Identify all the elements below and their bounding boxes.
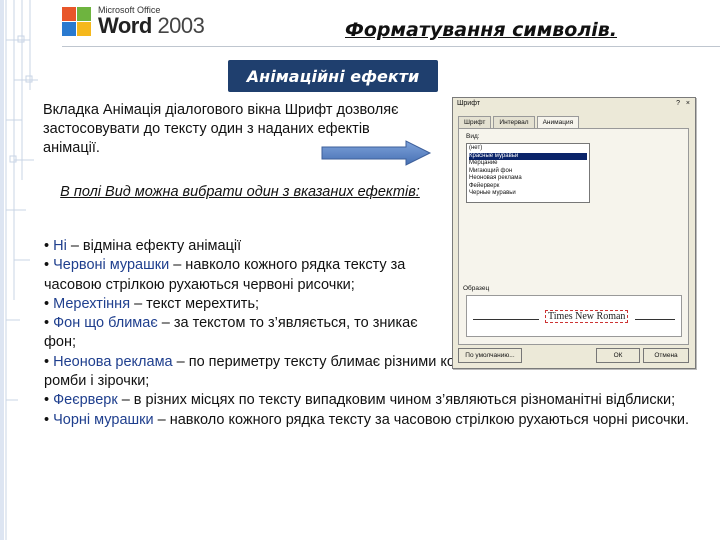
arrow-right-icon [321,140,432,166]
preview-line [635,319,675,320]
dialog-panel: Вид: (нет) Красные муравьи Мерцание Мига… [458,128,689,345]
listbox-item[interactable]: Мигающий фон [469,168,587,176]
tab-spacing[interactable]: Интервал [493,116,535,128]
listbox-item[interactable]: Мерцание [469,160,587,168]
ok-button[interactable]: ОК [596,348,640,363]
effect-name: Феєрверк [53,392,118,409]
effect-name: Червоні мурашки [53,257,170,274]
dialog-title: Шрифт [457,100,481,107]
effect-desc: – текст мерехтить; [130,295,260,312]
effect-desc: – в різних місцях по тексту випадковим ч… [117,392,676,409]
subheading: В полі Вид можна вибрати один з вказаних… [60,184,420,200]
logo-product: Word 2003 [98,13,205,38]
logo-year: 2003 [157,13,205,38]
list-item: • Фон що блимає – за текстом то з’являєт… [44,315,418,351]
decorative-circuit-strip [0,0,38,540]
list-item: • Червоні мурашки – навколо кожного рядк… [44,257,406,293]
preview-text: Times New Roman [545,310,629,323]
header-divider [62,46,720,47]
listbox-item-selected[interactable]: Красные муравьи [469,152,587,160]
list-item: • Чорні мурашки – навколо кожного рядка … [44,411,689,428]
list-item: • Феєрверк – в різних місцях по тексту в… [44,392,676,409]
default-button[interactable]: По умолчанию... [458,348,522,363]
effect-desc: – відміна ефекту анімації [66,238,242,254]
dialog-titlebar: Шрифт ? × [453,98,695,110]
effect-name: Чорні мурашки [53,411,154,428]
vid-label: Вид: [466,133,480,140]
listbox-item[interactable]: (нет) [469,145,587,153]
office-logo: Microsoft Office Word 2003 [62,6,205,38]
preview-box: Times New Roman [466,295,682,337]
logo-word: Word [98,13,152,38]
effect-name: Фон що блимає [53,315,158,332]
effect-name: Неонова реклама [53,353,173,370]
office-logo-icon [62,6,92,37]
font-dialog: Шрифт ? × Шрифт Интервал Анимация Вид: (… [452,97,696,369]
cancel-button[interactable]: Отмена [643,348,689,363]
listbox-item[interactable]: Черные муравьи [469,190,587,198]
dialog-controls[interactable]: ? × [676,98,695,110]
page-title: Форматування символів. [345,19,618,41]
effects-listbox[interactable]: (нет) Красные муравьи Мерцание Мигающий … [466,143,590,203]
effect-name: Мерехтіння [53,295,131,312]
preview-line [473,319,539,320]
dialog-tabs: Шрифт Интервал Анимация [458,116,581,128]
listbox-item[interactable]: Фейерверк [469,183,587,191]
effect-desc: – навколо кожного рядка тексту за часово… [153,411,689,428]
listbox-item[interactable]: Неоновая реклама [469,175,587,183]
tab-animation[interactable]: Анимация [536,116,580,128]
preview-label: Образец [463,285,490,292]
tab-font[interactable]: Шрифт [458,116,492,128]
section-badge: Анімаційні ефекти [228,60,438,92]
effect-name: Ні [53,238,67,254]
